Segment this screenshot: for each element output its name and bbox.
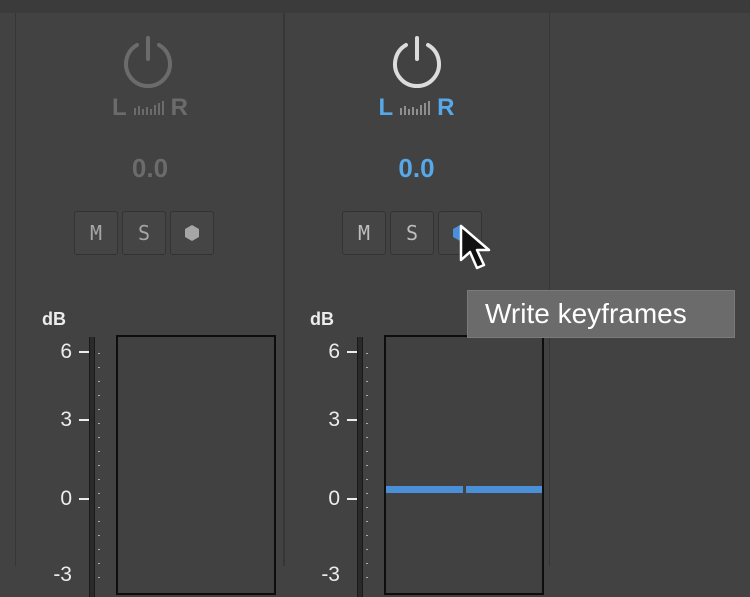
tick-mark — [79, 419, 89, 421]
pan-right-label: R — [437, 94, 455, 121]
tick-label: 3 — [60, 408, 72, 431]
tick-label: 6 — [60, 340, 72, 363]
pan-knob-icon[interactable] — [120, 33, 176, 89]
level-meter — [357, 337, 363, 597]
mute-button[interactable]: M — [74, 211, 118, 255]
tick-mark — [79, 498, 89, 500]
pan-indicator: L R — [16, 93, 284, 123]
fader-level-segment — [386, 486, 463, 493]
db-unit-label: dB — [42, 309, 66, 329]
db-unit-label: dB — [310, 309, 334, 329]
tick-mark — [347, 498, 357, 500]
top-divider — [0, 0, 750, 13]
tick-label: 6 — [328, 340, 340, 363]
write-keyframes-button[interactable] — [170, 211, 214, 255]
arrow-cursor-icon — [459, 224, 491, 270]
scale-minor-ticks — [98, 353, 100, 583]
pan-left-label: L — [111, 94, 127, 121]
pan-meter-icon — [133, 101, 164, 115]
pan-left-label: L — [378, 94, 394, 121]
pan-knob-icon[interactable] — [389, 33, 445, 89]
tick-label: -3 — [321, 563, 340, 586]
tick-label: -3 — [53, 563, 72, 586]
tick-label: 0 — [328, 487, 340, 510]
level-meter — [89, 337, 95, 597]
pan-indicator: L R — [284, 93, 549, 123]
solo-button[interactable]: S — [390, 211, 434, 255]
pan-value: 0.0 — [398, 153, 435, 183]
pan-value: 0.0 — [131, 153, 169, 183]
pan-meter-icon — [400, 101, 431, 115]
channel-strip-1: L R 0.0 M S dB 6 3 0 -3 — [15, 13, 285, 597]
scale-minor-ticks — [366, 353, 368, 583]
keyframe-diamond-icon — [185, 225, 199, 241]
tick-label: 0 — [60, 487, 72, 510]
tick-mark — [347, 419, 357, 421]
volume-fader[interactable] — [384, 335, 544, 595]
tick-mark — [347, 351, 357, 353]
mute-button[interactable]: M — [342, 211, 386, 255]
volume-fader[interactable] — [116, 335, 276, 595]
channel-buttons: M S — [74, 211, 214, 255]
tooltip: Write keyframes — [467, 290, 735, 338]
fader-level-segment — [465, 486, 542, 493]
pan-right-label: R — [170, 94, 188, 121]
tick-label: 3 — [328, 408, 340, 431]
tick-mark — [79, 351, 89, 353]
solo-button[interactable]: S — [122, 211, 166, 255]
fader-level-line[interactable] — [386, 486, 542, 493]
